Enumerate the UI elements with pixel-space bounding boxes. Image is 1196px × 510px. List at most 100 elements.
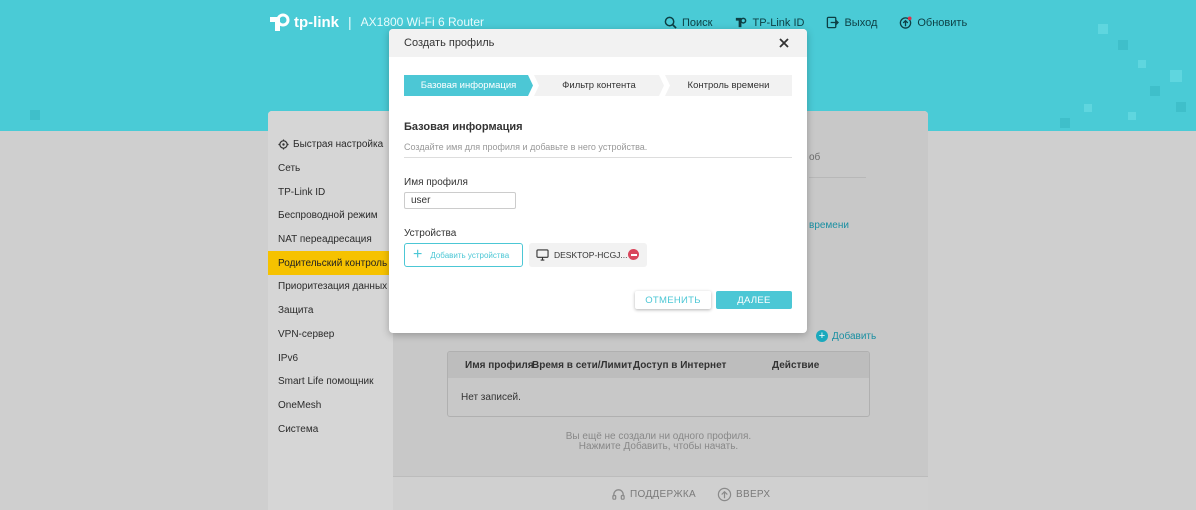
sidebar-item-qos[interactable]: Приоритезация данных [268,275,393,299]
plus-circle-icon: + [816,330,828,342]
wizard-steps: Базовая информация Фильтр контента Контр… [404,75,792,96]
router-model: AX1800 Wi-Fi 6 Router [360,15,485,29]
empty-message-line: Нажмите Добавить, чтобы начать. [578,441,739,452]
section-title: Базовая информация [404,121,523,133]
add-devices-button[interactable]: + Добавить устройства [404,243,523,267]
table-empty-row: Нет записей. [461,392,521,403]
support-label: ПОДДЕРЖКА [630,489,696,500]
obscured-link[interactable]: времени [809,220,849,231]
desktop-computer-icon [536,249,549,261]
brand-separator: | [348,14,352,30]
step-basic-info[interactable]: Базовая информация [404,75,533,96]
next-button[interactable]: ДАЛЕЕ [716,291,792,309]
profile-name-input[interactable] [404,192,516,209]
step-content-filter[interactable]: Фильтр контента [534,75,664,96]
sidebar: Быстрая настройка Сеть TP-Link ID Беспро… [268,111,393,510]
section-description: Создайте имя для профиля и добавьте в не… [404,142,648,152]
sidebar-item-ipv6[interactable]: IPv6 [268,346,393,370]
column-header: Имя профиля [465,359,534,371]
page-footer: ПОДДЕРЖКА ВВЕРХ [393,476,928,510]
sidebar-item-label: NAT переадресация [278,234,372,246]
sidebar-item-smart-life[interactable]: Smart Life помощник [268,370,393,394]
decor-pixel [1138,60,1146,68]
brand-name: tp-link [294,13,339,31]
back-to-top-label: ВВЕРХ [736,489,771,500]
devices-label: Устройства [404,228,457,239]
search-label: Поиск [682,16,713,29]
close-icon[interactable] [778,37,790,49]
decor-pixel [1150,86,1160,96]
column-header: Доступ в Интернет [633,359,727,371]
sidebar-item-label: OneMesh [278,399,322,411]
device-chip: DESKTOP-HCGJ... [529,243,647,267]
update-button[interactable]: Обновить [899,16,967,29]
support-button[interactable]: ПОДДЕРЖКА [611,487,696,502]
headset-icon [612,489,625,500]
section-divider [404,157,792,158]
sidebar-item-quick-setup[interactable]: Быстрая настройка [268,133,393,157]
obscured-text: об [809,152,821,163]
dialog-header: Создать профиль [389,29,807,57]
sidebar-item-label: Родительский контроль [278,257,388,269]
column-header: Время в сети/Лимит [532,359,633,371]
sidebar-item-parental-controls[interactable]: Родительский контроль [268,251,393,276]
decor-pixel [1084,104,1092,112]
empty-state-message: Вы ещё не создали ни одного профиля. Наж… [447,432,870,452]
decor-pixel [30,110,40,120]
sidebar-item-tplink-id[interactable]: TP-Link ID [268,180,393,204]
column-header: Действие [772,359,820,371]
arrow-up-circle-icon [717,487,732,502]
decor-pixel [1128,112,1136,120]
update-icon [900,16,912,29]
dialog-title: Создать профиль [404,37,495,49]
plus-icon: + [413,246,423,263]
tplink-logo-icon [268,11,290,33]
remove-device-icon[interactable] [628,249,639,260]
decor-pixel [1098,24,1108,34]
sidebar-item-vpn-server[interactable]: VPN-сервер [268,323,393,347]
update-label: Обновить [917,16,968,29]
decor-pixel [1176,102,1186,112]
sidebar-item-label: Защита [278,305,314,317]
sidebar-item-label: TP-Link ID [278,186,326,198]
search-button[interactable]: Поиск [664,16,712,29]
sidebar-item-network[interactable]: Сеть [268,157,393,181]
step-label: Контроль времени [687,80,770,91]
add-devices-label: Добавить устройства [430,250,510,260]
sidebar-item-label: IPv6 [278,352,299,364]
sidebar-item-label: VPN-сервер [278,328,335,340]
decor-pixel [1170,70,1182,82]
sidebar-item-wireless[interactable]: Беспроводной режим [268,204,393,228]
profiles-table: Имя профиля Время в сети/Лимит Доступ в … [447,351,870,417]
step-label: Базовая информация [420,80,517,91]
profile-name-label: Имя профиля [404,177,468,188]
decor-pixel [1060,118,1070,128]
top-nav: Поиск TP-Link ID Выход Обновить [664,16,967,29]
sidebar-item-onemesh[interactable]: OneMesh [268,394,393,418]
add-profile-button[interactable]: + Добавить [816,330,876,342]
decor-pixel [1118,40,1128,50]
sidebar-item-label: Система [278,423,319,435]
sidebar-item-label: Беспроводной режим [278,210,378,222]
sidebar-item-nat-forwarding[interactable]: NAT переадресация [268,228,393,252]
sidebar-item-security[interactable]: Защита [268,299,393,323]
tplink-id-icon [736,17,747,28]
tplink-id-button[interactable]: TP-Link ID [734,16,804,29]
sidebar-item-label: Быстрая настройка [293,139,384,151]
quick-setup-icon [278,139,289,150]
cancel-button[interactable]: ОТМЕНИТЬ [635,291,711,309]
sidebar-item-system[interactable]: Система [268,417,393,441]
logout-label: Выход [844,16,878,29]
logout-icon [827,16,840,29]
step-time-control[interactable]: Контроль времени [665,75,792,96]
create-profile-dialog: Создать профиль Базовая информация Фильт… [389,29,807,333]
back-to-top-button[interactable]: ВВЕРХ [717,487,770,502]
sidebar-item-label: Сеть [278,163,301,175]
table-header: Имя профиля Время в сети/Лимит Доступ в … [448,352,869,378]
step-label: Фильтр контента [562,80,636,91]
device-name: DESKTOP-HCGJ... [554,250,628,260]
search-icon [664,16,677,29]
tplink-id-label: TP-Link ID [752,16,805,29]
logout-button[interactable]: Выход [826,16,877,29]
add-profile-label: Добавить [832,330,877,342]
